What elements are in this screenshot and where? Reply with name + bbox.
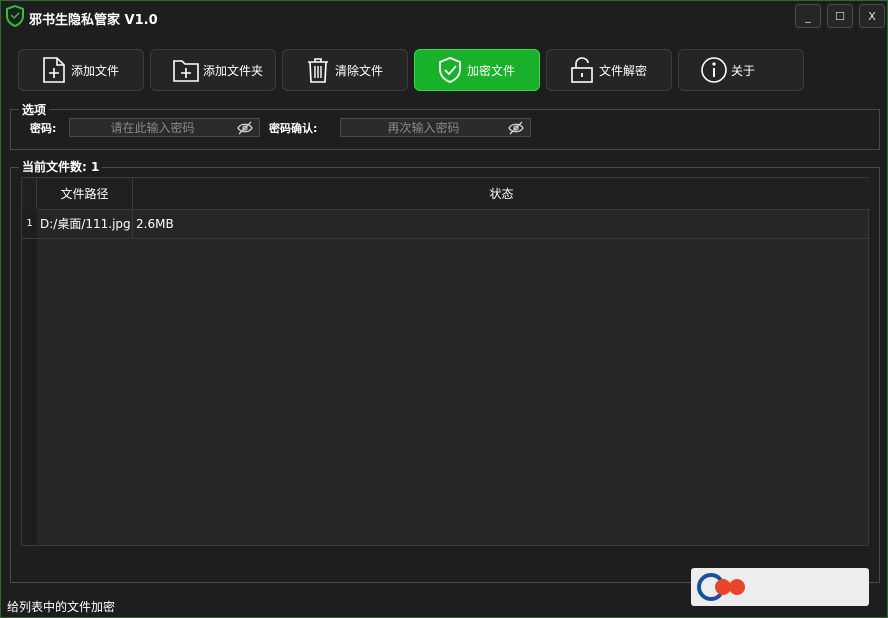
about-button[interactable]: 关于 <box>678 49 804 91</box>
confirm-password-input[interactable] <box>341 119 530 136</box>
confirm-password-field[interactable] <box>340 118 531 137</box>
column-header-status[interactable]: 状态 <box>133 178 870 209</box>
shield-check-icon <box>435 55 465 85</box>
password-input[interactable] <box>70 119 259 136</box>
add-folder-icon <box>171 55 201 85</box>
title-bar[interactable]: 邪书生隐私管家 V1.0 _ ☐ X <box>1 1 887 33</box>
app-window: 邪书生隐私管家 V1.0 _ ☐ X 添加文件 添加文件夹 清除文件 加密文件 <box>0 0 888 618</box>
add-file-icon <box>39 55 69 85</box>
encrypt-files-button[interactable]: 加密文件 <box>414 49 540 91</box>
row-number: 1 <box>22 209 37 238</box>
trash-icon <box>303 55 333 85</box>
close-icon: X <box>868 9 876 23</box>
about-label: 关于 <box>731 63 756 78</box>
status-text: 给列表中的文件加密 <box>7 600 116 614</box>
file-status-cell[interactable]: 2.6MB <box>136 209 836 238</box>
minimize-button[interactable]: _ <box>795 4 821 28</box>
add-file-label: 添加文件 <box>71 63 120 78</box>
password-field[interactable] <box>69 118 260 137</box>
window-title: 邪书生隐私管家 V1.0 <box>29 13 158 28</box>
maximize-icon: ☐ <box>835 9 845 23</box>
shield-logo-icon <box>6 5 24 27</box>
close-button[interactable]: X <box>859 4 885 28</box>
table-row[interactable]: 1 D:/桌面/111.jpg 2.6MB <box>22 209 870 239</box>
file-table[interactable]: 文件路径 状态 1 D:/桌面/111.jpg 2.6MB <box>21 177 870 546</box>
row-number-header <box>22 178 37 209</box>
column-header-path[interactable]: 文件路径 <box>37 178 133 209</box>
add-folder-label: 添加文件夹 <box>203 63 264 78</box>
password-label: 密码: <box>30 122 57 135</box>
decrypt-files-label: 文件解密 <box>599 63 648 78</box>
eye-slash-icon[interactable] <box>237 121 253 135</box>
decrypt-files-button[interactable]: 文件解密 <box>546 49 672 91</box>
row-number-column <box>22 209 37 545</box>
file-path-cell[interactable]: D:/桌面/111.jpg <box>40 209 133 238</box>
maximize-button[interactable]: ☐ <box>827 4 853 28</box>
unlock-icon <box>567 55 597 85</box>
encrypt-files-label: 加密文件 <box>467 63 516 78</box>
minimize-icon: _ <box>805 9 811 23</box>
add-folder-button[interactable]: 添加文件夹 <box>150 49 276 91</box>
options-group-title: 选项 <box>19 101 50 118</box>
file-count-title: 当前文件数: 1 <box>19 158 103 175</box>
confirm-password-label: 密码确认: <box>269 122 318 135</box>
add-file-button[interactable]: 添加文件 <box>18 49 144 91</box>
watermark-logo <box>691 568 869 606</box>
eye-slash-icon[interactable] <box>508 121 524 135</box>
info-icon <box>699 55 729 85</box>
clear-files-button[interactable]: 清除文件 <box>282 49 408 91</box>
table-header: 文件路径 状态 <box>22 178 870 210</box>
clear-files-label: 清除文件 <box>335 63 384 78</box>
